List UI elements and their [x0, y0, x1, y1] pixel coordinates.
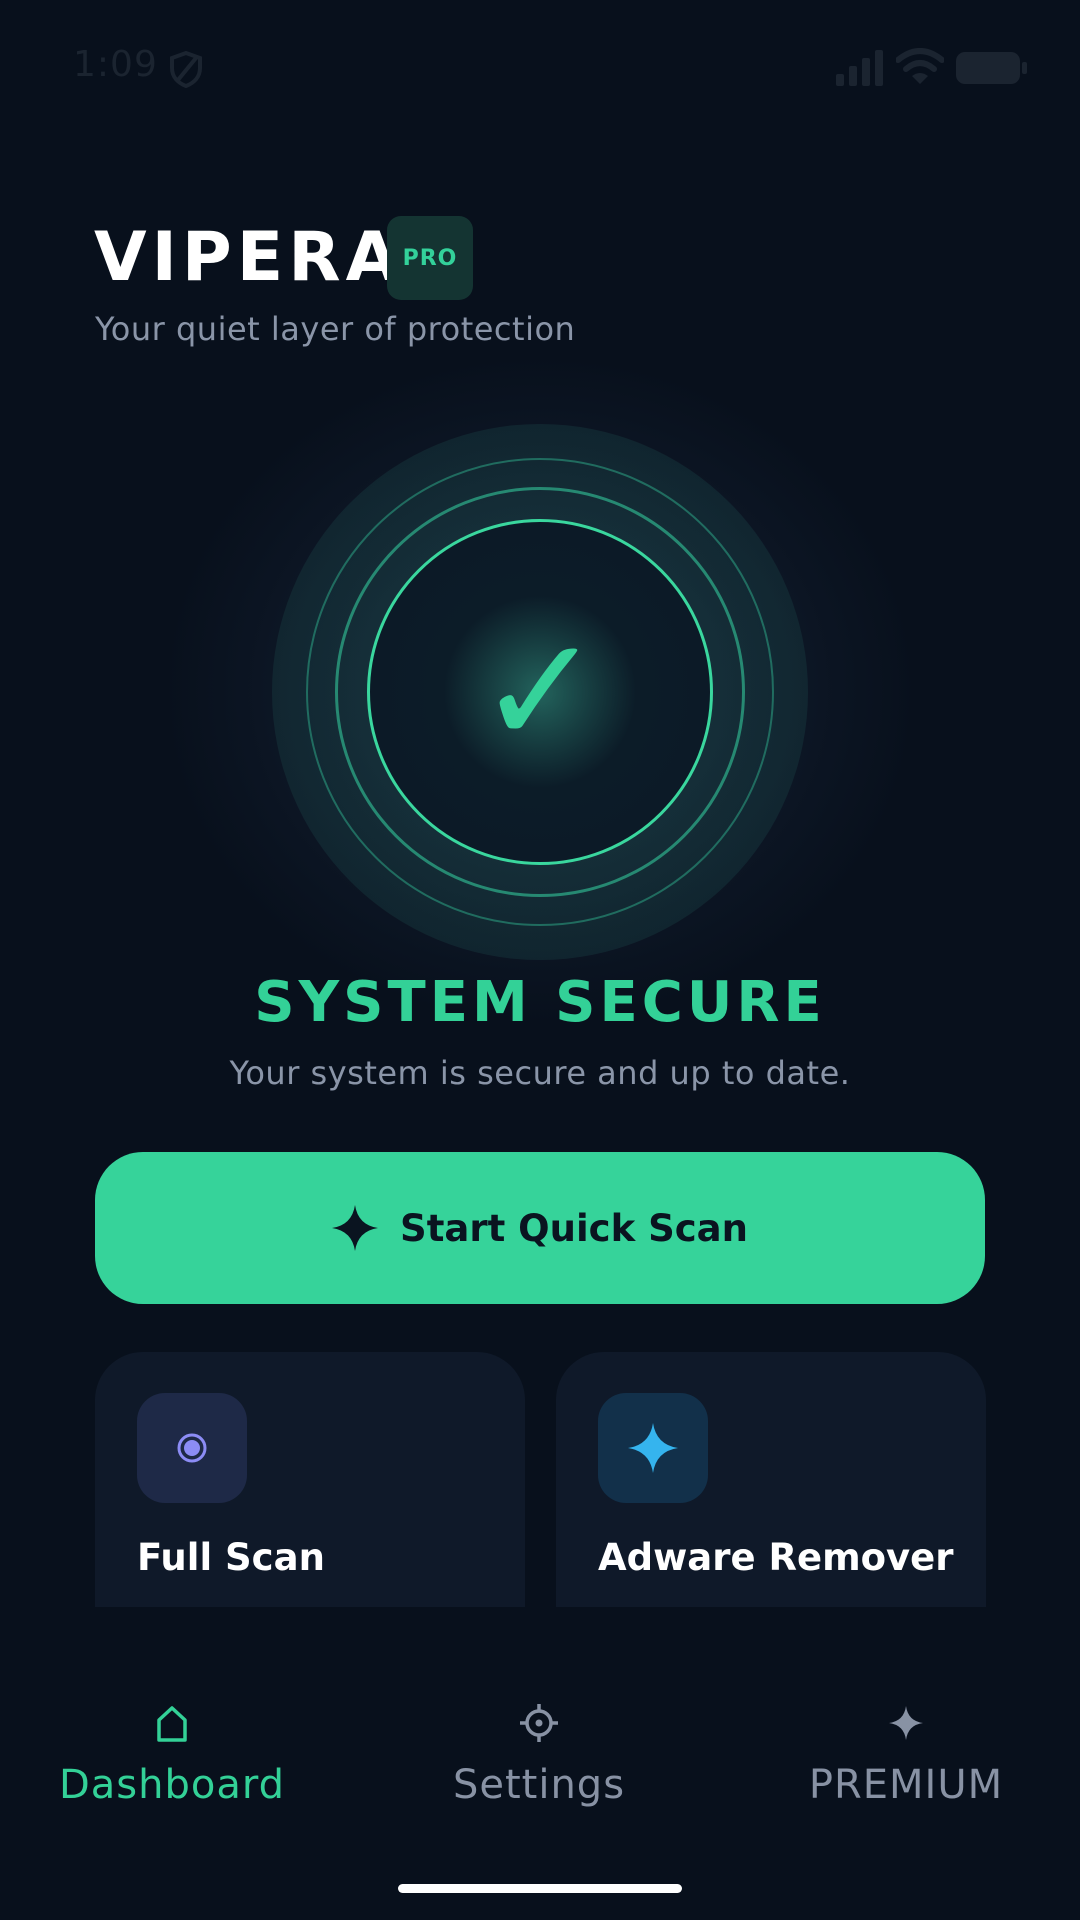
nav-item-premium[interactable]: PREMIUM [756, 1698, 1056, 1818]
signal-icon [836, 50, 883, 86]
quick-scan-label: Start Quick Scan [400, 1206, 748, 1250]
status-title: SYSTEM SECURE [254, 970, 826, 1035]
nav-label-premium: PREMIUM [808, 1762, 1004, 1808]
nav-label-dashboard: Dashboard [58, 1762, 285, 1808]
full-scan-label: Full Scan [137, 1536, 325, 1579]
battery-icon [956, 52, 1027, 84]
full-scan-card[interactable]: Full Scan [95, 1352, 525, 1607]
status-bar: 1:09 [0, 0, 1080, 135]
nav-label-settings: Settings [452, 1762, 626, 1808]
wifi-icon [896, 48, 944, 84]
dashboard-screen: 1:09 VIPERA PRO Your quiet layer of prot… [0, 0, 1080, 1920]
status-subtitle: Your system is secure and up to date. [229, 1054, 851, 1092]
home-icon [157, 1706, 187, 1742]
nav-item-dashboard[interactable]: Dashboard [22, 1698, 322, 1818]
home-indicator[interactable] [398, 1884, 682, 1893]
nav-item-settings[interactable]: Settings [389, 1698, 689, 1818]
adware-remover-label: Adware Remover [598, 1536, 954, 1579]
sparkle-icon [628, 1423, 678, 1473]
sparkle-icon [889, 1706, 923, 1740]
radar-dot-icon [177, 1433, 207, 1463]
full-scan-icon-box [137, 1393, 247, 1503]
sparkle-icon [332, 1205, 379, 1251]
start-quick-scan-button[interactable]: Start Quick Scan [95, 1152, 985, 1304]
gear-icon [520, 1704, 558, 1742]
pro-badge[interactable]: PRO [387, 216, 473, 300]
app-title: VIPERA [94, 218, 404, 297]
bottom-nav: Dashboard Settings PREMIUM [0, 1660, 1080, 1820]
check-icon: ✓ [477, 605, 603, 779]
shield-icon [170, 50, 202, 88]
adware-remover-icon-box [598, 1393, 708, 1503]
app-tagline: Your quiet layer of protection [95, 310, 576, 348]
adware-remover-card[interactable]: Adware Remover [556, 1352, 986, 1607]
status-time: 1:09 [73, 44, 158, 85]
protection-status-graphic: ✓ [272, 424, 808, 960]
